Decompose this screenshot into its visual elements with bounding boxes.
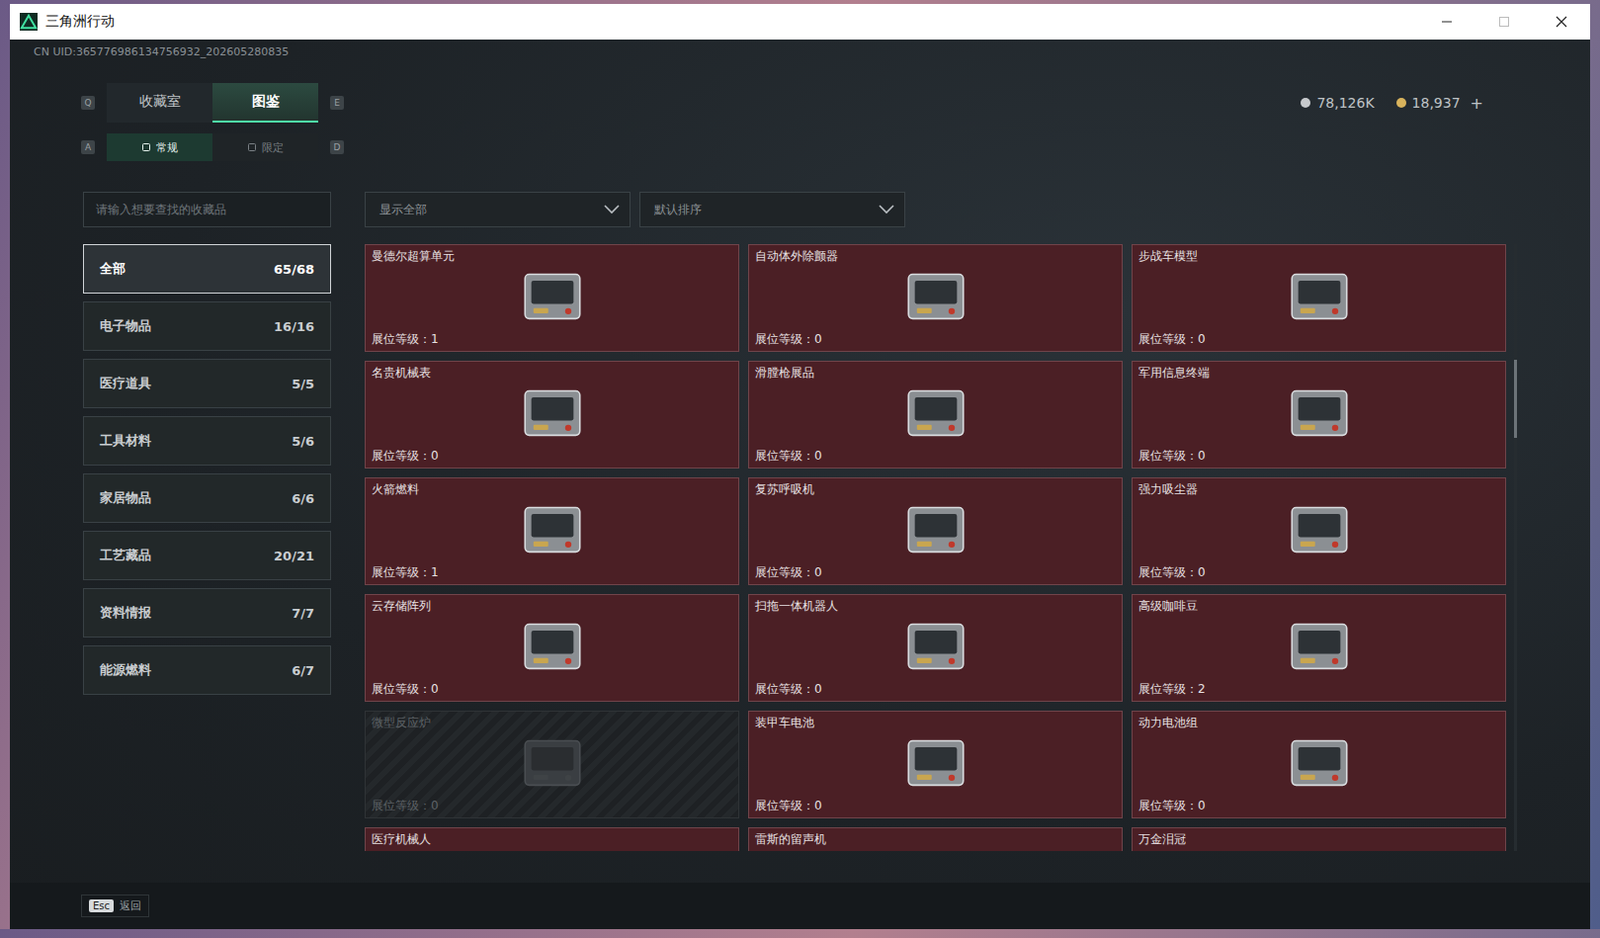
item-icon <box>893 499 979 563</box>
item-icon <box>1276 499 1362 563</box>
back-button[interactable]: Esc 返回 <box>81 894 150 918</box>
item-icon <box>893 732 979 796</box>
collection-card[interactable]: 名贵机械表 展位等级：0 <box>364 360 740 469</box>
main-tab[interactable]: 图鉴 <box>212 83 319 123</box>
filter-dropdown[interactable]: 默认排序 <box>639 191 906 228</box>
collection-card[interactable]: 军用信息终端 展位等级：0 <box>1131 360 1507 469</box>
collection-card[interactable]: 步战车模型 展位等级：0 <box>1131 244 1507 352</box>
item-icon <box>1276 615 1362 679</box>
sidebar-item[interactable]: 能源燃料6/7 <box>83 645 332 695</box>
sidebar-item[interactable]: 资料情报7/7 <box>83 588 332 638</box>
item-icon <box>509 382 595 446</box>
filter-dropdown[interactable]: 显示全部 <box>364 191 631 228</box>
scrollbar[interactable] <box>1514 244 1517 851</box>
key-hint: Q <box>81 95 95 110</box>
title-bar: 三角洲行动 <box>9 3 1591 40</box>
item-icon <box>509 848 595 851</box>
key-hint: A <box>81 140 95 155</box>
currency-bar: 78,126K 18,937 + <box>1300 93 1484 113</box>
game-window: 三角洲行动 CN UID:365776986134756932_20260528… <box>9 3 1591 929</box>
minimize-icon[interactable] <box>1418 3 1476 40</box>
collection-card[interactable]: 自动体外除颤器 展位等级：0 <box>748 244 1123 352</box>
sub-tab[interactable]: 常规 <box>106 133 213 162</box>
uid-label: CN UID:365776986134756932_202605280835 <box>9 39 1591 60</box>
triangle-logo-icon <box>19 12 38 31</box>
footer-bar: Esc 返回 <box>9 882 1591 929</box>
collection-grid: 曼德尔超算单元 展位等级：1自动体外除颤器 展位等级：0步战车模型 展位等级：0… <box>364 244 1507 851</box>
collection-card[interactable]: 云存储阵列 展位等级：0 <box>364 593 740 702</box>
collection-card[interactable]: 曼德尔超算单元 展位等级：1 <box>364 244 740 352</box>
currency: 78,126K <box>1300 94 1374 111</box>
add-currency-button[interactable]: + <box>1470 93 1484 113</box>
collection-card[interactable]: 强力吸尘器 展位等级：0 <box>1131 477 1507 586</box>
item-icon <box>893 265 979 330</box>
item-icon <box>893 615 979 679</box>
sidebar-item[interactable]: 家居物品6/6 <box>83 473 332 523</box>
collection-card[interactable]: 微型反应炉 展位等级：0 <box>364 710 740 819</box>
sidebar-item[interactable]: 全部65/68 <box>83 244 332 294</box>
item-icon <box>509 265 595 330</box>
key-hint: E <box>330 95 344 110</box>
sidebar-item[interactable]: 电子物品16/16 <box>83 301 332 351</box>
sub-tab[interactable]: 限定 <box>212 133 319 162</box>
collection-card[interactable]: 装甲车电池 展位等级：0 <box>748 710 1123 819</box>
window-title: 三角洲行动 <box>45 12 115 31</box>
collection-card[interactable]: 高级咖啡豆 展位等级：2 <box>1131 593 1507 702</box>
item-icon <box>509 615 595 679</box>
collection-card[interactable]: 雷斯的留声机 <box>748 827 1123 851</box>
main-tabs: Q 收藏室图鉴 E <box>81 83 344 123</box>
item-icon <box>1276 265 1362 330</box>
collection-card[interactable]: 万金泪冠 <box>1131 827 1507 851</box>
collection-card[interactable]: 复苏呼吸机 展位等级：0 <box>748 477 1123 586</box>
currency: 18,937 <box>1396 94 1461 111</box>
maximize-icon[interactable] <box>1475 3 1533 40</box>
coin-icon <box>1396 97 1407 108</box>
scrollbar-thumb[interactable] <box>1514 359 1517 439</box>
category-sidebar: 全部65/68 电子物品16/16 医疗道具5/5 工具材料5/6 家居物品6/6 工艺藏… <box>83 244 332 851</box>
category-icon <box>247 142 257 153</box>
collection-card[interactable]: 扫拖一体机器人 展位等级：0 <box>748 593 1123 702</box>
item-icon <box>1276 382 1362 446</box>
chevron-down-icon <box>603 204 620 215</box>
coin-icon <box>1300 97 1311 108</box>
collection-card[interactable]: 滑膛枪展品 展位等级：0 <box>748 360 1123 469</box>
sub-tabs: A 常规 限定 D <box>9 133 1591 162</box>
item-icon <box>509 499 595 563</box>
item-icon <box>509 732 595 796</box>
item-icon <box>893 382 979 446</box>
category-icon <box>141 142 152 153</box>
collection-card[interactable]: 医疗机械人 <box>364 827 740 851</box>
main-tab[interactable]: 收藏室 <box>106 83 213 123</box>
sidebar-item[interactable]: 工具材料5/6 <box>83 416 332 466</box>
collection-card[interactable]: 动力电池组 展位等级：0 <box>1131 710 1507 819</box>
chevron-down-icon <box>878 204 895 215</box>
sidebar-item[interactable]: 医疗道具5/5 <box>83 358 332 409</box>
collection-card[interactable]: 火箭燃料 展位等级：1 <box>364 477 740 586</box>
sidebar-item[interactable]: 工艺藏品20/21 <box>83 530 332 581</box>
item-icon <box>1276 848 1362 851</box>
key-hint: D <box>330 140 344 155</box>
item-icon <box>893 848 979 851</box>
collection-screen: CN UID:365776986134756932_202605280835 Q… <box>9 39 1591 929</box>
close-icon[interactable] <box>1532 3 1591 40</box>
item-icon <box>1276 732 1362 796</box>
search-input[interactable] <box>83 191 332 228</box>
